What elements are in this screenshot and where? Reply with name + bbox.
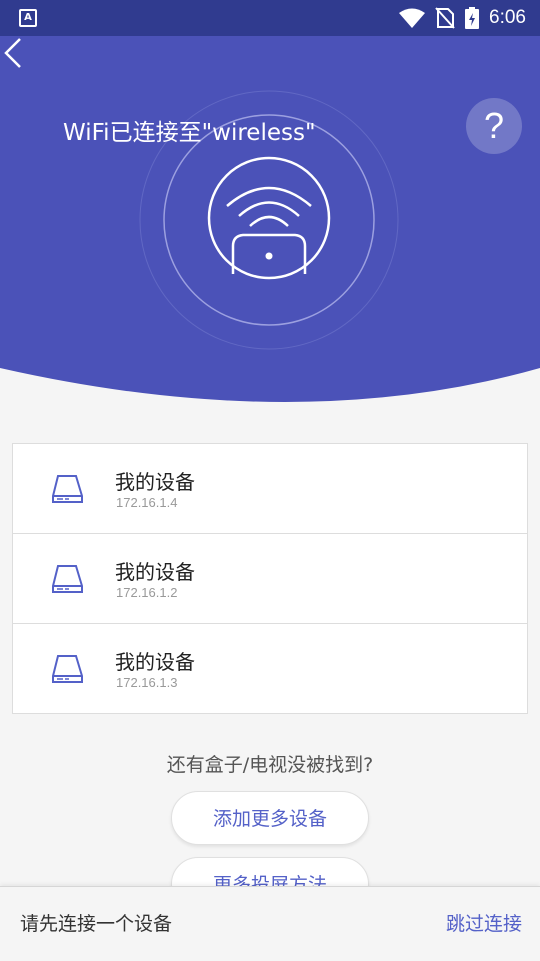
device-ip: 172.16.1.3: [116, 675, 178, 690]
no-sim-icon: [435, 7, 455, 29]
wifi-icon: [399, 8, 426, 28]
bottom-bar: 请先连接一个设备 跳过连接: [0, 886, 540, 961]
add-more-devices-button[interactable]: 添加更多设备: [171, 791, 369, 845]
page-title: WiFi已连接至"wireless": [63, 120, 316, 146]
device-box-icon: [52, 565, 83, 593]
skip-connect-button[interactable]: 跳过连接: [446, 909, 522, 936]
device-item[interactable]: 我的设备 172.16.1.2: [13, 533, 527, 623]
device-ip: 172.16.1.4: [116, 495, 178, 510]
device-name: 我的设备: [115, 650, 195, 674]
back-button[interactable]: [0, 36, 28, 70]
device-name: 我的设备: [115, 470, 195, 494]
battery-icon: [465, 7, 480, 29]
device-list: 我的设备 172.16.1.4 我的设备 172.16.1.2 我的设备 172…: [12, 443, 528, 714]
device-item[interactable]: 我的设备 172.16.1.3: [13, 623, 527, 713]
connect-hint: 请先连接一个设备: [20, 913, 173, 935]
router-wifi-icon: [207, 156, 331, 280]
device-ip: 172.16.1.2: [116, 585, 178, 600]
header: WiFi已连接至"wireless" ?: [0, 36, 540, 406]
app-notification-icon: A: [19, 9, 37, 27]
clock: 6:06: [489, 7, 526, 28]
not-found-question: 还有盒子/电视没被找到?: [166, 754, 374, 776]
device-box-icon: [52, 655, 83, 683]
device-name: 我的设备: [115, 560, 195, 584]
help-button[interactable]: ?: [466, 98, 522, 154]
device-item[interactable]: 我的设备 172.16.1.4: [13, 444, 527, 533]
device-box-icon: [52, 475, 83, 503]
status-bar: A 6:06: [0, 0, 540, 36]
